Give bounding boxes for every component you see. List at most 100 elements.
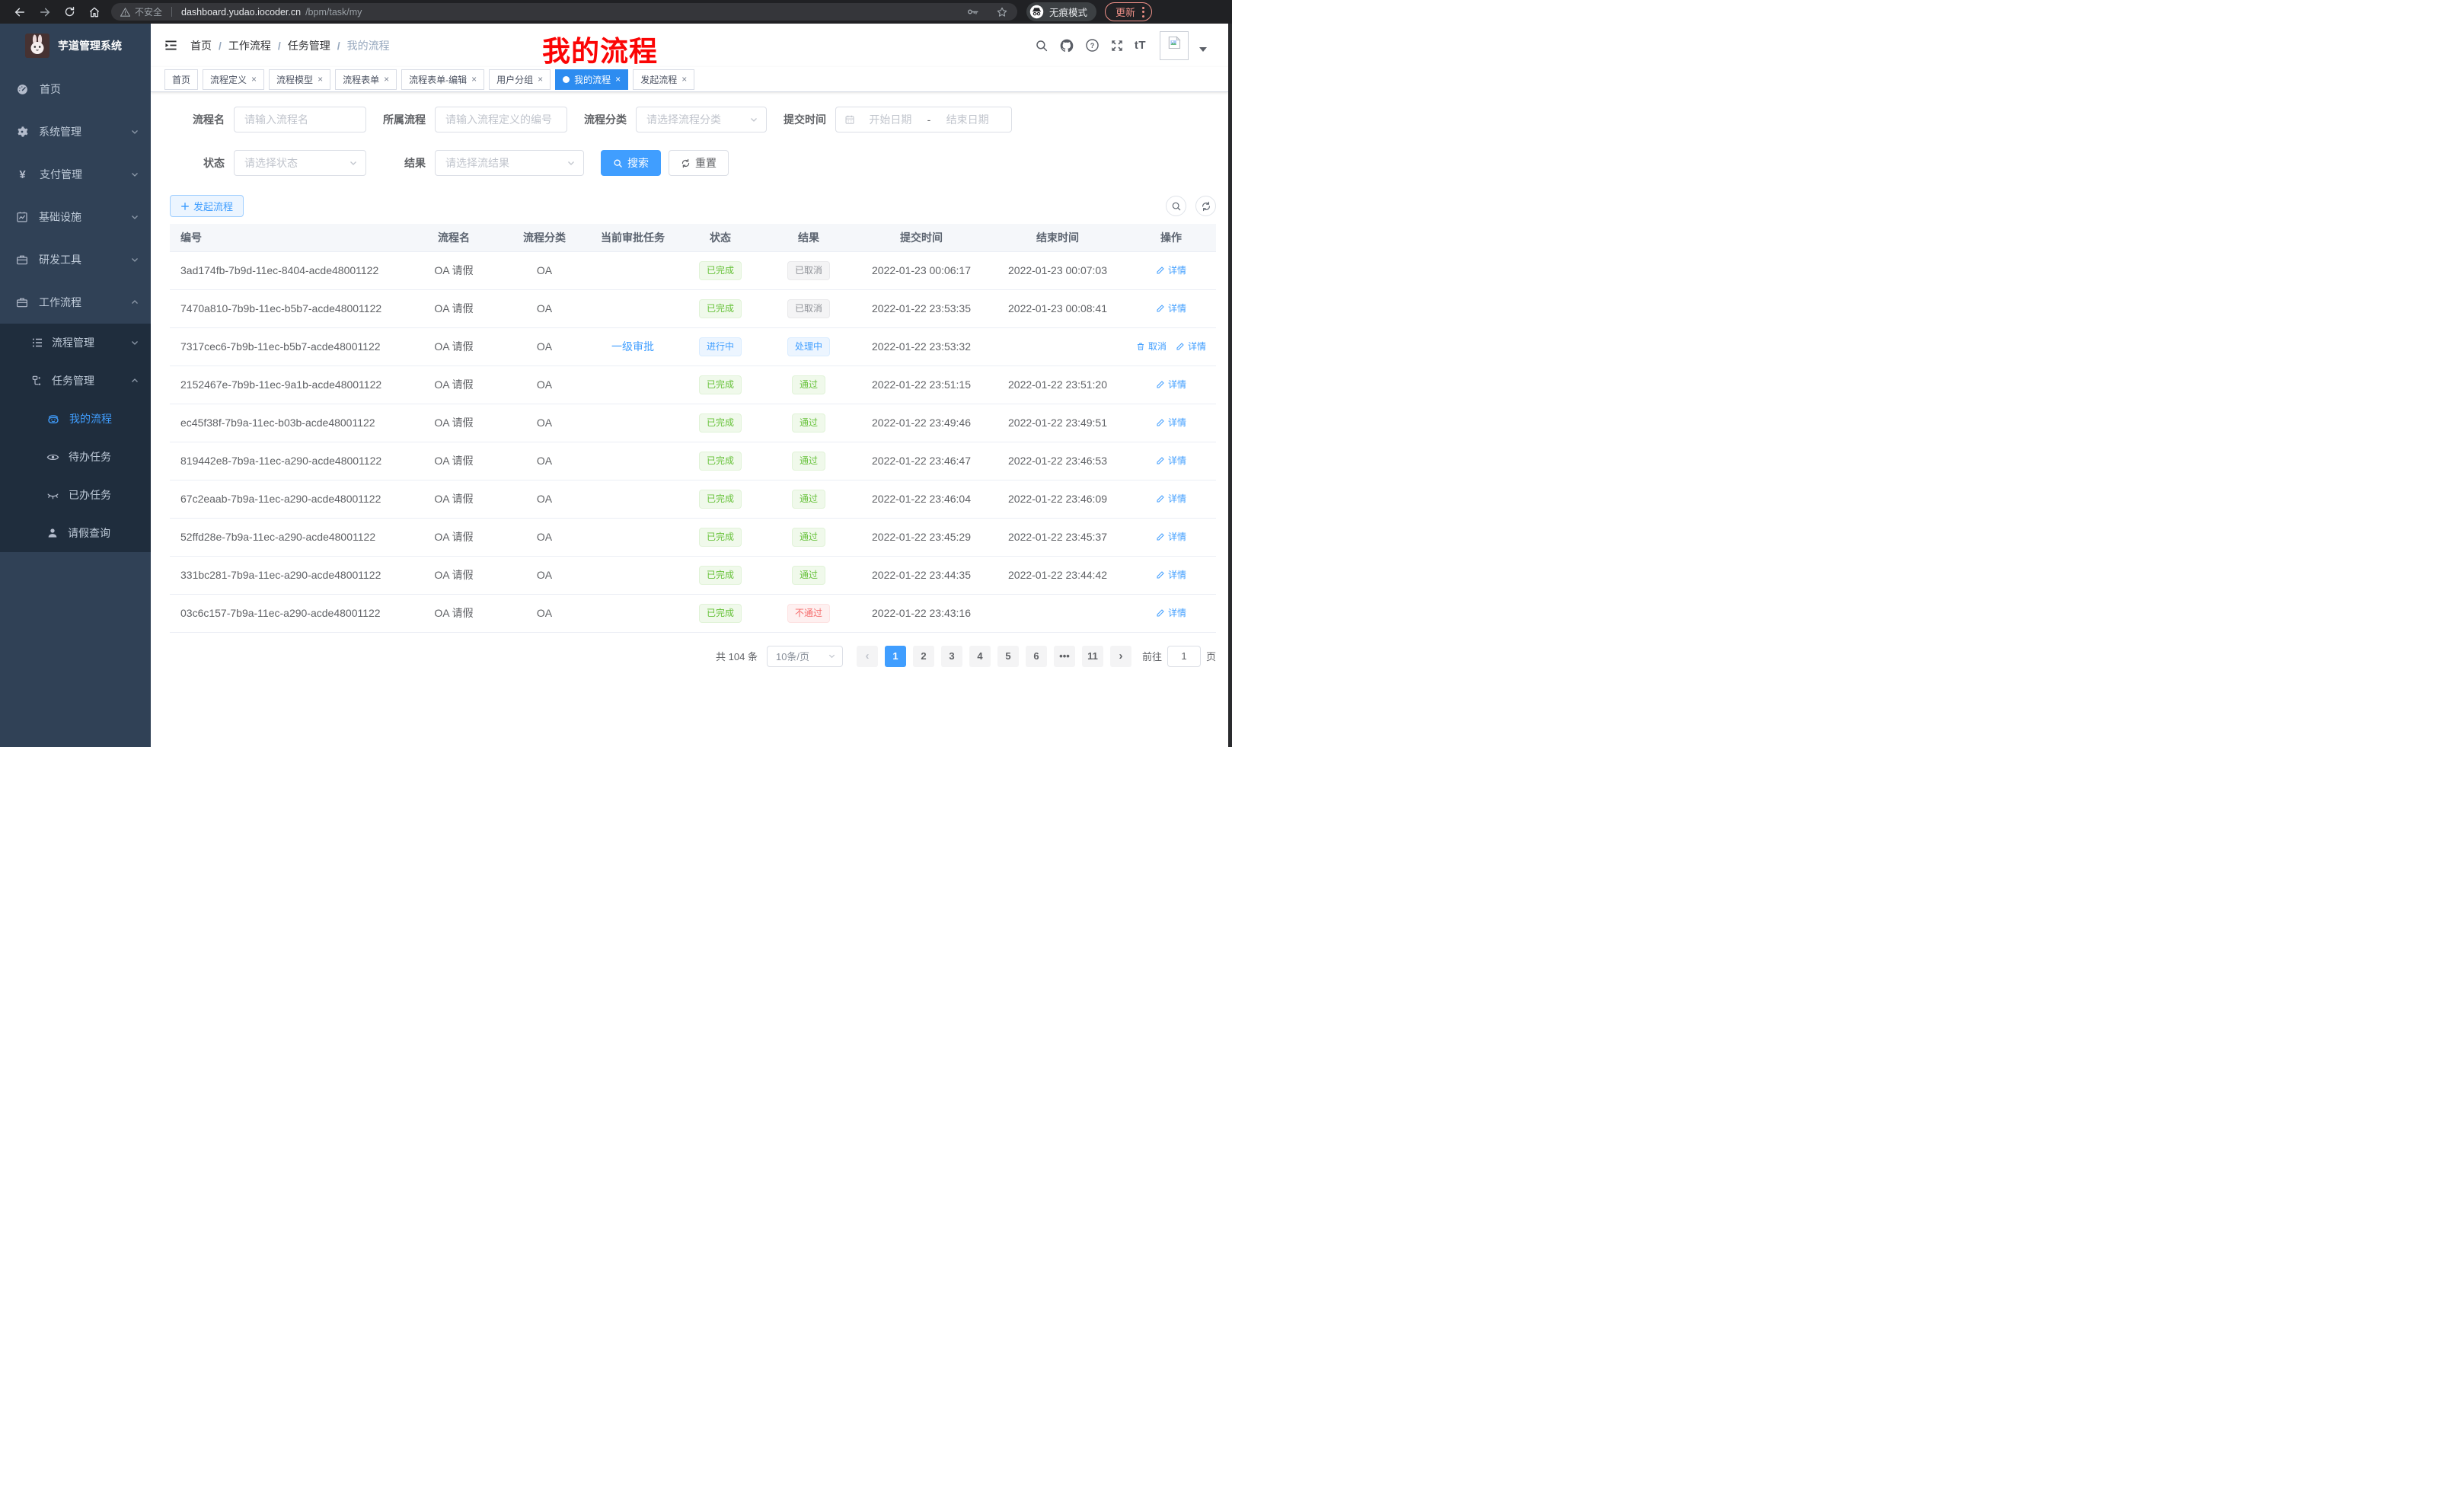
page-button[interactable]: 4 — [969, 646, 991, 667]
url-host[interactable]: dashboard.yudao.iocoder.cn — [181, 7, 301, 18]
avatar[interactable] — [1160, 31, 1189, 60]
page-size-select[interactable]: 10条/页 — [767, 646, 843, 667]
process-def-input[interactable] — [435, 107, 567, 132]
page-button[interactable]: 6 — [1026, 646, 1047, 667]
filter-row-1: 流程名 所属流程 流程分类 请选择流程分类 提交时间 开始日期 - 结束日期 — [170, 107, 1228, 132]
chevron-down-icon — [130, 170, 139, 179]
detail-link[interactable]: 详情 — [1156, 378, 1186, 391]
more-pages-button[interactable]: ••• — [1054, 646, 1075, 667]
refresh-table-button[interactable] — [1195, 196, 1216, 216]
github-icon[interactable] — [1059, 38, 1074, 53]
prev-page-button[interactable]: ‹ — [857, 646, 878, 667]
detail-link[interactable]: 详情 — [1156, 416, 1186, 429]
tab-process-model[interactable]: 流程模型 × — [269, 69, 330, 90]
browser-menu-icon[interactable] — [1142, 7, 1144, 18]
bookmark-star-icon[interactable] — [996, 6, 1008, 18]
sidebar-item-leave-query[interactable]: 请假查询 — [0, 514, 151, 552]
eye-icon — [46, 451, 59, 464]
browser-forward-icon[interactable] — [39, 6, 51, 18]
category-select[interactable]: 请选择流程分类 — [636, 107, 767, 132]
help-icon[interactable]: ? — [1085, 38, 1100, 53]
sidebar-item-infra[interactable]: 基础设施 — [0, 196, 151, 238]
font-size-icon[interactable]: tT — [1135, 39, 1146, 52]
page-button[interactable]: 3 — [941, 646, 962, 667]
breadcrumb-current: 我的流程 — [347, 38, 390, 53]
detail-link[interactable]: 详情 — [1176, 340, 1206, 353]
reset-button[interactable]: 重置 — [669, 150, 729, 176]
search-icon[interactable] — [1035, 39, 1048, 53]
sidebar-item-process-mgmt[interactable]: 流程管理 — [0, 324, 151, 362]
page-button[interactable]: 11 — [1082, 646, 1103, 667]
tab-my-process[interactable]: 我的流程× — [555, 69, 628, 90]
status-select[interactable]: 请选择状态 — [234, 150, 366, 176]
browser-reload-icon[interactable] — [64, 6, 75, 18]
sidebar-item-devtools[interactable]: 研发工具 — [0, 238, 151, 281]
breadcrumb-item[interactable]: 工作流程 — [228, 38, 271, 53]
close-icon[interactable]: × — [615, 75, 621, 84]
tab-start-process[interactable]: 发起流程× — [633, 69, 694, 90]
page-button[interactable]: 2 — [913, 646, 934, 667]
status-badge: 已完成 — [699, 452, 742, 471]
cancel-link[interactable]: 取消 — [1136, 340, 1167, 353]
process-name-input[interactable] — [234, 107, 366, 132]
sidebar-item-done-tasks[interactable]: 已办任务 — [0, 476, 151, 514]
close-icon[interactable]: × — [384, 75, 389, 84]
task-link[interactable]: 一级审批 — [611, 340, 654, 353]
chevron-up-icon — [130, 376, 139, 385]
detail-link[interactable]: 详情 — [1156, 530, 1186, 543]
tab-user-group[interactable]: 用户分组× — [489, 69, 551, 90]
detail-link[interactable]: 详情 — [1156, 263, 1186, 276]
address-bar[interactable]: 不安全 dashboard.yudao.iocoder.cn/bpm/task/… — [111, 3, 1017, 21]
security-label[interactable]: 不安全 — [135, 5, 162, 18]
search-button[interactable]: 搜索 — [601, 150, 661, 176]
start-process-button[interactable]: 发起流程 — [170, 195, 244, 217]
app-logo[interactable]: 芋道管理系统 — [0, 24, 151, 68]
sidebar-item-my-process[interactable]: 我的流程 — [0, 400, 151, 438]
submit-time-range-picker[interactable]: 开始日期 - 结束日期 — [835, 107, 1012, 132]
scrollbar[interactable] — [1228, 24, 1232, 747]
sidebar-item-label: 系统管理 — [39, 124, 81, 139]
browser-home-icon[interactable] — [88, 6, 101, 18]
tab-home[interactable]: 首页 — [164, 69, 198, 90]
detail-link[interactable]: 详情 — [1156, 568, 1186, 581]
url-path[interactable]: /bpm/task/my — [305, 7, 362, 18]
sidebar-item-payment[interactable]: ¥ 支付管理 — [0, 153, 151, 196]
tab-process-form-edit[interactable]: 流程表单-编辑× — [401, 69, 484, 90]
close-icon[interactable]: × — [681, 75, 687, 84]
close-icon[interactable]: × — [471, 75, 477, 84]
sidebar-fold-icon[interactable] — [164, 39, 177, 52]
tab-label: 流程模型 — [276, 73, 313, 86]
table-row: 03c6c157-7b9a-11ec-a290-acde48001122 OA … — [170, 594, 1216, 632]
result-select[interactable]: 请选择流结果 — [435, 150, 584, 176]
tab-process-definition[interactable]: 流程定义× — [203, 69, 264, 90]
detail-link[interactable]: 详情 — [1156, 492, 1186, 505]
page-button[interactable]: 5 — [997, 646, 1019, 667]
goto-page-input[interactable] — [1167, 646, 1201, 667]
fullscreen-icon[interactable] — [1110, 39, 1124, 53]
filter-row-2: 状态 请选择状态 结果 请选择流结果 搜索 重置 — [170, 150, 1228, 176]
sidebar-item-home[interactable]: 首页 — [0, 68, 151, 110]
detail-link[interactable]: 详情 — [1156, 606, 1186, 619]
sidebar-item-system[interactable]: 系统管理 — [0, 110, 151, 153]
sidebar-item-task-mgmt[interactable]: 任务管理 — [0, 362, 151, 400]
next-page-button[interactable]: › — [1110, 646, 1131, 667]
update-button[interactable]: 更新 — [1105, 2, 1152, 21]
sidebar-item-workflow[interactable]: 工作流程 — [0, 281, 151, 324]
tab-process-form[interactable]: 流程表单× — [335, 69, 397, 90]
browser-back-icon[interactable] — [14, 6, 26, 18]
toggle-search-button[interactable] — [1166, 196, 1186, 216]
yen-icon: ¥ — [16, 168, 29, 181]
eye-closed-icon — [46, 489, 59, 502]
detail-link[interactable]: 详情 — [1156, 454, 1186, 467]
close-icon[interactable]: × — [318, 75, 323, 84]
breadcrumb-item[interactable]: 首页 — [190, 38, 212, 53]
refresh-icon — [681, 158, 691, 168]
detail-link[interactable]: 详情 — [1156, 302, 1186, 314]
page-button[interactable]: 1 — [885, 646, 906, 667]
sidebar-item-todo-tasks[interactable]: 待办任务 — [0, 438, 151, 476]
breadcrumb-item[interactable]: 任务管理 — [288, 38, 330, 53]
close-icon[interactable]: × — [251, 75, 257, 84]
chevron-down-icon[interactable] — [1199, 47, 1207, 56]
key-icon[interactable] — [966, 5, 979, 18]
close-icon[interactable]: × — [538, 75, 543, 84]
